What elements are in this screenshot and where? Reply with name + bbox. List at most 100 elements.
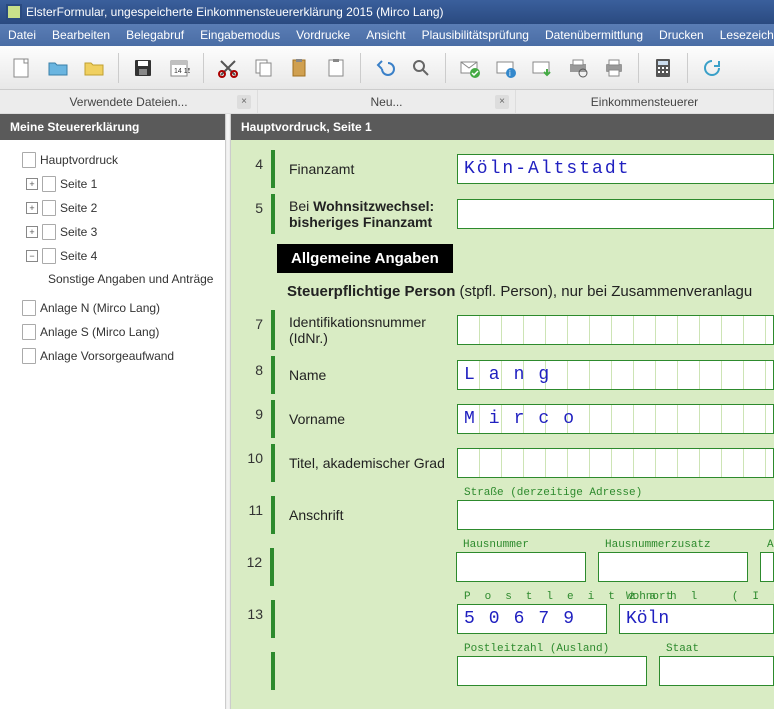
tab-recent-files[interactable]: Verwendete Dateien... × [0,90,258,113]
close-icon[interactable]: × [237,95,251,109]
document-icon [42,248,56,264]
document-icon [42,200,56,216]
menu-datenuebermittlung[interactable]: Datenübermittlung [537,24,651,46]
submit-button[interactable] [454,52,486,84]
vorname-input[interactable]: Mirco [457,404,774,434]
tree-item-anlage-n[interactable]: Anlage N (Mirco Lang) [4,296,221,320]
tree-item-sonstige[interactable]: Sonstige Angaben und Anträge [4,268,221,290]
form-area: 4 Finanzamt Köln-Altstadt 5 Bei Wohnsitz… [231,140,774,709]
row-bar [271,652,275,690]
tree-item-seite3[interactable]: +Seite 3 [4,220,221,244]
tree-item-seite2[interactable]: + Seite 2 [4,196,221,220]
status-button[interactable]: i [490,52,522,84]
row-number: 7 [237,310,271,332]
tree-item-anlage-vorsorge[interactable]: Anlage Vorsorgeaufwand [4,344,221,368]
tab-einkommensteuer[interactable]: Einkommensteuerer [516,90,774,113]
tree-label: Seite 2 [60,201,97,215]
print-preview-button[interactable] [562,52,594,84]
receive-button[interactable] [526,52,558,84]
folder-button[interactable] [78,52,110,84]
field-label: Titel, akademischer Grad [279,455,449,471]
search-icon [410,57,432,79]
field-label: Name [279,367,449,383]
tree-item-seite1[interactable]: + Seite 1 [4,172,221,196]
row-hausnummer: 12 Hausnummer Hausnummerzusatz Adresse [237,548,774,586]
row-bar [271,400,275,438]
expand-icon[interactable]: + [26,202,38,214]
new-file-button[interactable] [6,52,38,84]
field-caption: Wohnort [626,591,672,603]
separator [360,53,361,83]
print-button[interactable] [598,52,630,84]
refresh-icon [701,57,723,79]
paste-icon [289,57,311,79]
hausnummerzusatz-input[interactable]: Hausnummerzusatz [598,552,748,582]
collapse-icon[interactable]: − [26,250,38,262]
tree-label: Anlage N (Mirco Lang) [40,301,160,315]
expand-icon[interactable]: + [26,226,38,238]
row-titel: 10 Titel, akademischer Grad [237,444,774,482]
search-button[interactable] [405,52,437,84]
plz-ausland-input[interactable]: Postleitzahl (Ausland) [457,656,647,686]
finanzamt-input[interactable]: Köln-Altstadt [457,154,774,184]
tab-label: Einkommensteuerer [591,95,698,109]
close-icon[interactable]: × [495,95,509,109]
calculator-button[interactable] [647,52,679,84]
row-number: 13 [237,600,271,622]
envelope-check-icon [459,57,481,79]
save-button[interactable] [127,52,159,84]
field-caption: Straße (derzeitige Adresse) [464,487,642,499]
clipboard-button[interactable] [320,52,352,84]
plz-inland-input[interactable]: Postleitzahl (Inland)50679 [457,604,607,634]
paste-button[interactable] [284,52,316,84]
menu-eingabemodus[interactable]: Eingabemodus [192,24,288,46]
wohnort-input[interactable]: WohnortKöln [619,604,774,634]
field-caption: Hausnummerzusatz [605,539,711,551]
hausnummer-input[interactable]: Hausnummer [456,552,586,582]
tab-new[interactable]: Neu...× [258,90,516,113]
undo-button[interactable] [369,52,401,84]
tree-item-seite4[interactable]: −Seite 4 [4,244,221,268]
copy-icon [253,57,275,79]
menu-belegabruf[interactable]: Belegabruf [118,24,192,46]
menu-datei[interactable]: Datei [0,24,44,46]
copy-button[interactable] [248,52,280,84]
row-number: 10 [237,444,271,466]
titel-input[interactable] [457,448,774,478]
tree-item-hauptvordruck[interactable]: Hauptvordruck [4,148,221,172]
name-input[interactable]: Lang [457,360,774,390]
tab-label: Verwendete Dateien... [69,95,187,109]
row-number: 11 [237,496,271,518]
menu-plausibilitaet[interactable]: Plausibilitätsprüfung [414,24,537,46]
menu-lesezeichen[interactable]: Lesezeichen [712,24,774,46]
calendar-button[interactable]: 14 15 [163,52,195,84]
document-icon [42,176,56,192]
titlebar: ElsterFormular, ungespeicherte Einkommen… [0,0,774,24]
document-icon [22,152,36,168]
refresh-button[interactable] [696,52,728,84]
open-folder-button[interactable] [42,52,74,84]
menu-drucken[interactable]: Drucken [651,24,712,46]
content: Meine Steuererklärung Hauptvordruck +Sei… [0,114,774,709]
field-label: Identifikationsnummer (IdNr.) [279,314,449,346]
bisheriges-finanzamt-input[interactable] [457,199,774,229]
field-label: Anschrift [279,507,449,523]
tree-item-anlage-s[interactable]: Anlage S (Mirco Lang) [4,320,221,344]
expand-icon[interactable]: + [26,178,38,190]
menu-ansicht[interactable]: Ansicht [358,24,413,46]
row-anschrift: 11 Anschrift Straße (derzeitige Adresse) [237,496,774,534]
calendar-icon: 14 15 [168,57,190,79]
nav-tree: Hauptvordruck + Seite 1 + Seite 2 +Seite 3… [0,140,225,376]
tree-label: Seite 1 [60,177,97,191]
folder-icon [83,57,105,79]
row-wohnsitzwechsel: 5 Bei Wohnsitzwechsel:bisheriges Finanza… [237,194,774,234]
menu-vordrucke[interactable]: Vordrucke [288,24,358,46]
folder-open-icon [47,57,69,79]
strasse-input[interactable]: Straße (derzeitige Adresse) [457,500,774,530]
idnr-input[interactable] [457,315,774,345]
staat-input[interactable]: Staat [659,656,774,686]
separator [638,53,639,83]
cut-button[interactable] [212,52,244,84]
adresse-input[interactable]: Adresse [760,552,774,582]
menu-bearbeiten[interactable]: Bearbeiten [44,24,118,46]
